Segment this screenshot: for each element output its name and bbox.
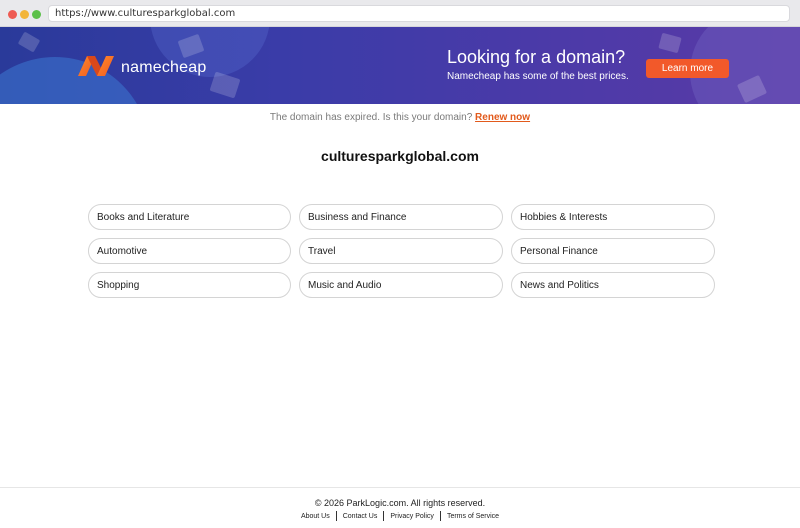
decorative-shape [658,32,682,54]
domain-name-heading: culturesparkglobal.com [321,148,479,164]
category-hobbies-and-interests[interactable]: Hobbies & Interests [511,204,715,230]
category-shopping[interactable]: Shopping [88,272,291,298]
decorative-shape [209,71,241,99]
privacy-policy-link[interactable]: Privacy Policy [384,513,440,520]
contact-us-link[interactable]: Contact Us [337,513,384,520]
minimize-window-icon[interactable] [20,10,29,19]
category-travel[interactable]: Travel [299,238,503,264]
terms-of-service-link[interactable]: Terms of Service [441,513,505,520]
banner-subtitle: Namecheap has some of the best prices. [447,71,629,82]
decorative-shape [17,31,41,53]
category-grid: Books and Literature Business and Financ… [88,204,715,298]
category-books-and-literature[interactable]: Books and Literature [88,204,291,230]
category-automotive[interactable]: Automotive [88,238,291,264]
maximize-window-icon[interactable] [32,10,41,19]
category-music-and-audio[interactable]: Music and Audio [299,272,503,298]
address-bar[interactable]: https://www.culturesparkglobal.com [48,5,790,22]
brand-name: namecheap [121,59,207,76]
expiry-notice-text: The domain has expired. Is this your dom… [269,112,473,123]
learn-more-button[interactable]: Learn more [646,59,729,78]
renew-now-link[interactable]: Renew now [475,112,530,123]
category-business-and-finance[interactable]: Business and Finance [299,204,503,230]
page-footer: © 2026 ParkLogic.com. All rights reserve… [0,487,800,528]
close-window-icon[interactable] [8,10,17,19]
expiry-notice: The domain has expired. Is this your dom… [0,112,800,123]
category-personal-finance[interactable]: Personal Finance [511,238,715,264]
about-us-link[interactable]: About Us [295,513,336,520]
browser-toolbar: https://www.culturesparkglobal.com [0,0,800,27]
copyright-text: © 2026 ParkLogic.com. All rights reserve… [314,498,486,508]
banner-title: Looking for a domain? [447,47,626,67]
address-bar-url: https://www.culturesparkglobal.com [55,8,236,19]
category-news-and-politics[interactable]: News and Politics [511,272,715,298]
namecheap-banner: namecheap Looking for a domain? Namechea… [0,27,800,104]
namecheap-logo-icon [78,56,114,76]
footer-links: About Us Contact Us Privacy Policy Terms of… [0,511,800,521]
